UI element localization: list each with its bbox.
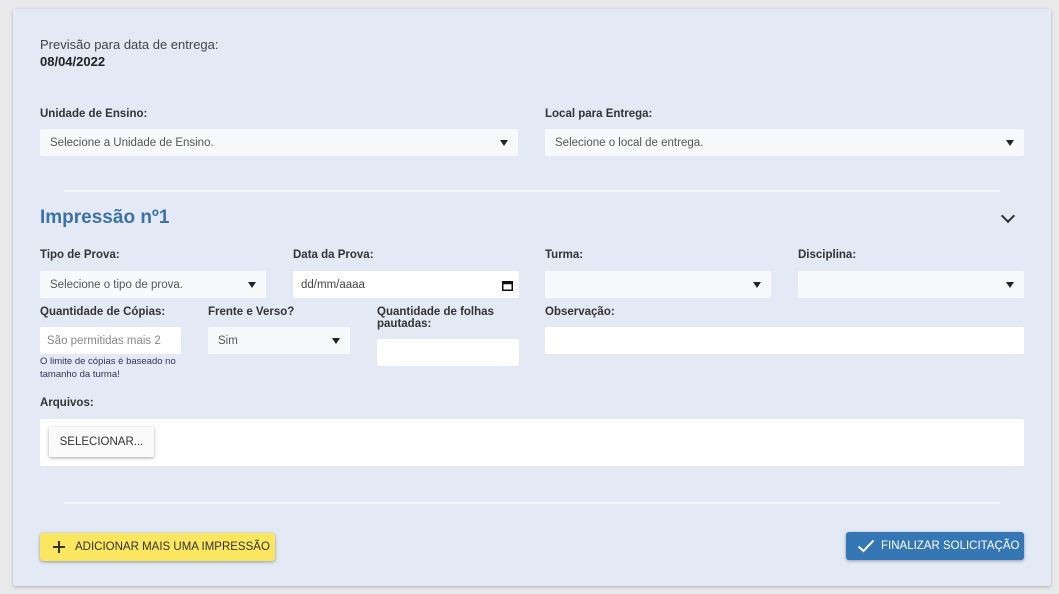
subject-select[interactable] bbox=[798, 271, 1024, 298]
delivery-location-select-value: Selecione o local de entrega. bbox=[555, 136, 704, 149]
check-icon bbox=[857, 539, 875, 553]
caret-down-icon bbox=[1006, 281, 1014, 288]
files-label: Arquivos: bbox=[40, 397, 94, 409]
exam-type-label: Tipo de Prova: bbox=[40, 249, 120, 261]
duplex-select[interactable]: Sim bbox=[208, 327, 350, 354]
copies-hint: O limite de cópias é baseado no tamanho … bbox=[40, 356, 176, 380]
delivery-forecast-label: Previsão para data de entrega: bbox=[40, 37, 219, 52]
print-section-title: Impressão nº1 bbox=[40, 207, 170, 228]
finish-request-button[interactable]: FINALIZAR SOLICITAÇÃO bbox=[846, 532, 1024, 560]
exam-date-label: Data da Prova: bbox=[293, 249, 374, 261]
copies-placeholder: São permitidas mais 2 bbox=[47, 334, 161, 347]
subject-label: Disciplina: bbox=[798, 249, 857, 261]
exam-date-input[interactable]: dd/mm/aaaa bbox=[293, 271, 519, 298]
duplex-select-value: Sim bbox=[218, 334, 238, 347]
add-print-button-label: ADICIONAR MAIS UMA IMPRESSÃO bbox=[75, 541, 270, 553]
delivery-location-select[interactable]: Selecione o local de entrega. bbox=[545, 129, 1024, 156]
note-label: Observação: bbox=[545, 306, 615, 318]
calendar-icon[interactable] bbox=[502, 280, 513, 291]
exam-type-select-value: Selecione o tipo de prova. bbox=[50, 278, 183, 291]
lined-sheets-label: Quantidade de folhas pautadas: bbox=[377, 306, 494, 330]
caret-down-icon bbox=[753, 281, 761, 288]
lined-sheets-input[interactable] bbox=[377, 339, 519, 366]
divider bbox=[64, 502, 1000, 504]
chevron-down-icon[interactable] bbox=[1000, 208, 1016, 224]
add-print-button[interactable]: ADICIONAR MAIS UMA IMPRESSÃO bbox=[40, 533, 275, 561]
exam-type-select[interactable]: Selecione o tipo de prova. bbox=[40, 271, 266, 298]
copies-label: Quantidade de Cópias: bbox=[40, 306, 166, 318]
copies-input[interactable]: São permitidas mais 2 bbox=[40, 327, 181, 354]
unit-label: Unidade de Ensino: bbox=[40, 108, 148, 120]
class-select[interactable] bbox=[545, 271, 771, 298]
delivery-forecast-date: 08/04/2022 bbox=[40, 54, 106, 69]
delivery-location-label: Local para Entrega: bbox=[545, 108, 653, 120]
class-label: Turma: bbox=[545, 249, 584, 261]
unit-select[interactable]: Selecione a Unidade de Ensino. bbox=[40, 129, 518, 156]
caret-down-icon bbox=[1006, 139, 1014, 146]
plus-icon bbox=[53, 541, 65, 553]
caret-down-icon bbox=[500, 139, 508, 146]
note-input[interactable] bbox=[545, 327, 1024, 354]
request-form-card: Previsão para data de entrega: 08/04/202… bbox=[13, 9, 1051, 586]
unit-select-value: Selecione a Unidade de Ensino. bbox=[50, 136, 214, 149]
select-files-button[interactable]: SELECIONAR... bbox=[49, 427, 154, 457]
caret-down-icon bbox=[332, 337, 340, 344]
finish-request-button-label: FINALIZAR SOLICITAÇÃO bbox=[881, 540, 1020, 552]
files-dropzone[interactable] bbox=[40, 419, 1024, 466]
caret-down-icon bbox=[248, 281, 256, 288]
exam-date-placeholder: dd/mm/aaaa bbox=[301, 278, 365, 291]
divider bbox=[64, 190, 1000, 192]
duplex-label: Frente e Verso? bbox=[208, 306, 295, 318]
